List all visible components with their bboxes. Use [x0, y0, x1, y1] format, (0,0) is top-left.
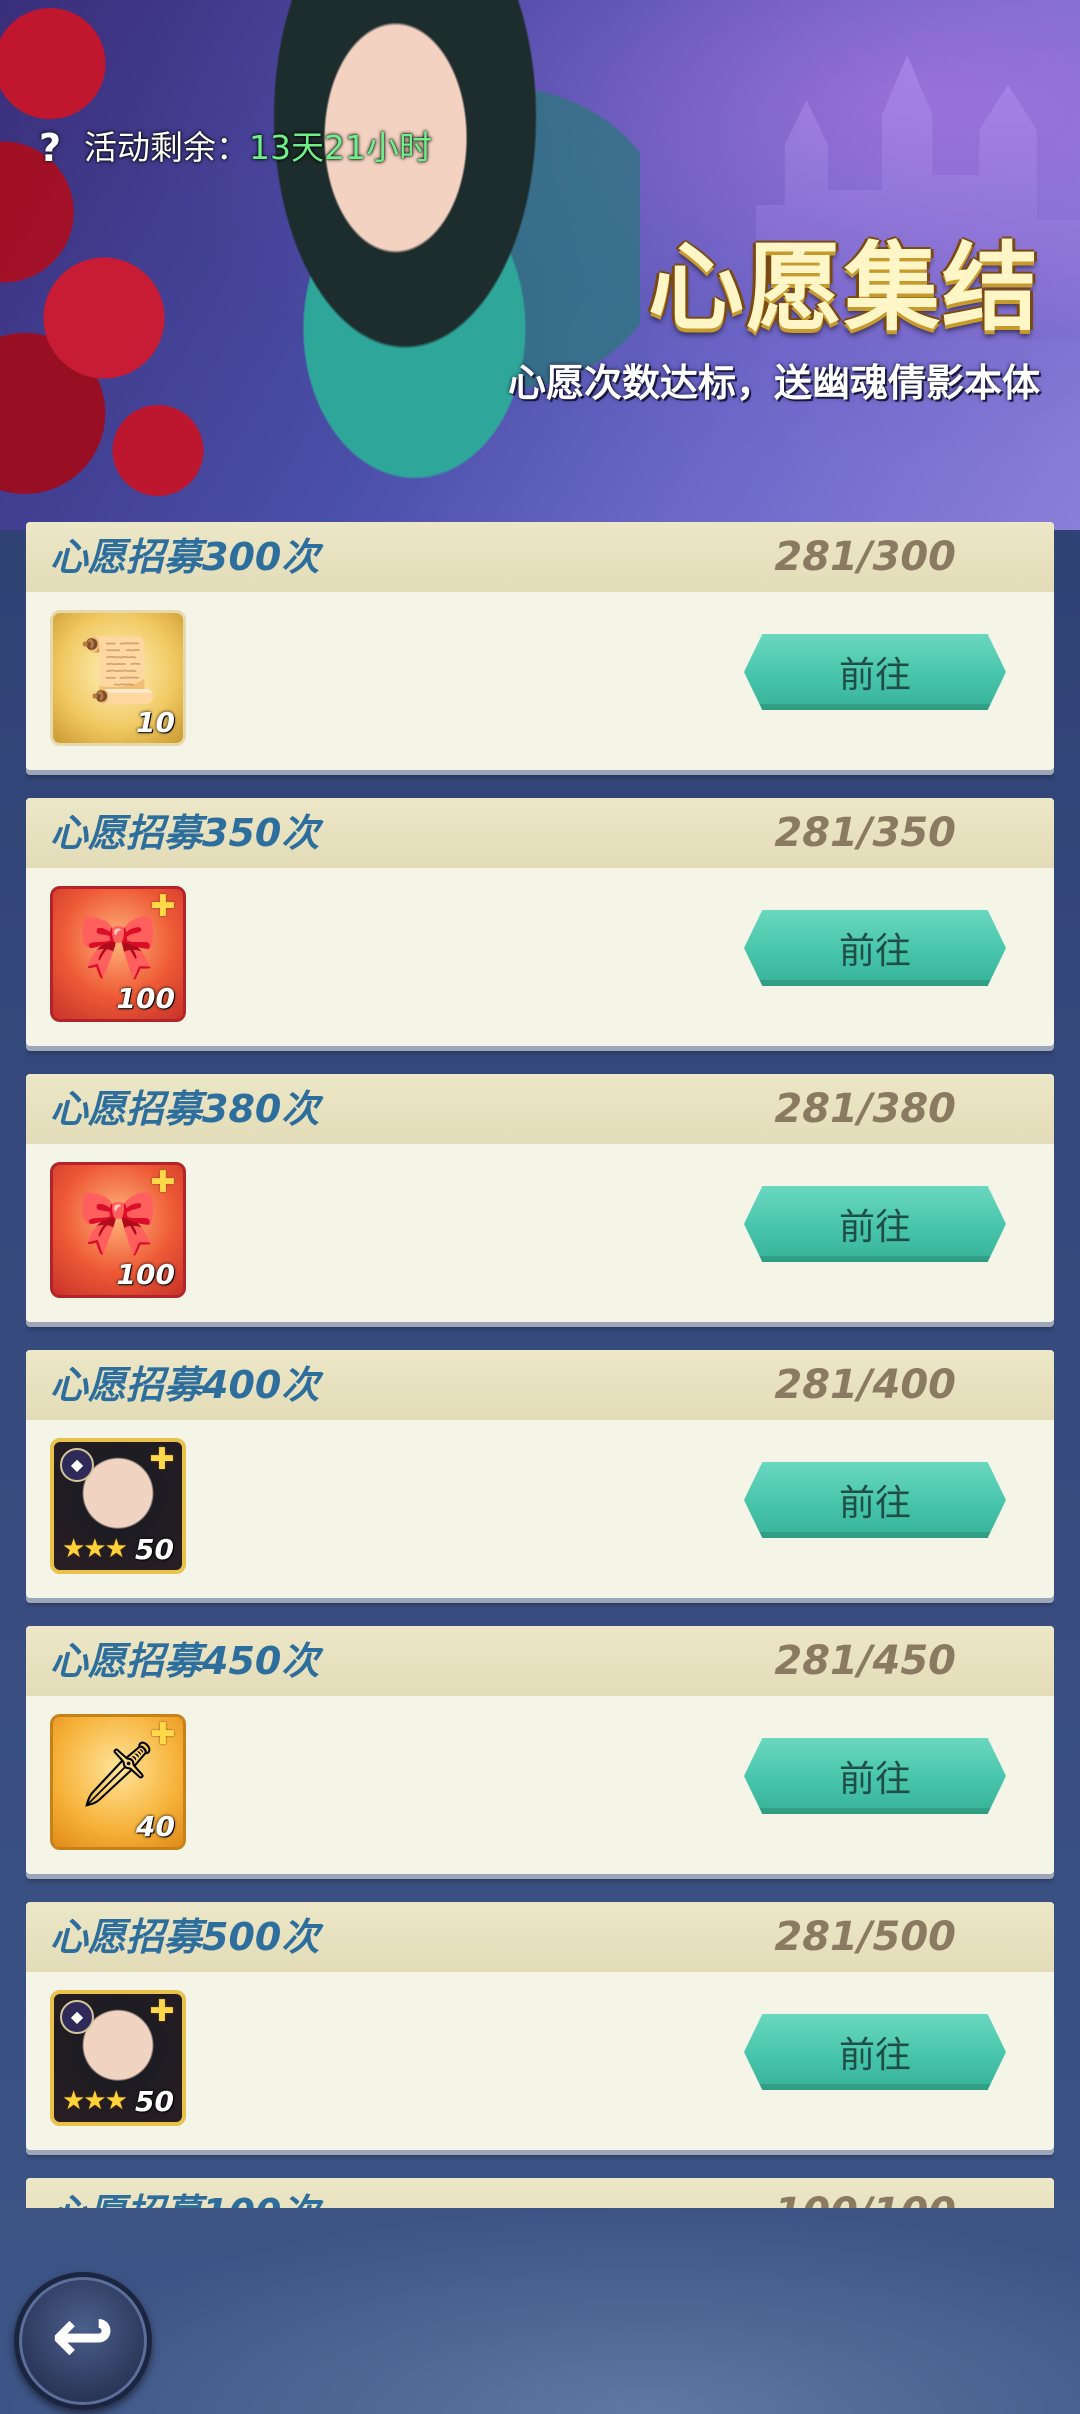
reward-scroll-icon[interactable]: 📜 10 — [50, 610, 186, 746]
reward-hero-shard-icon[interactable]: ◆ ✚ ★★★ 50 — [50, 1438, 186, 1574]
timer-value: 13天21小时 — [249, 128, 432, 167]
reward-count: 100 — [116, 1258, 175, 1291]
shard-icon: ✚ — [149, 1994, 175, 2029]
go-button[interactable]: 前往 — [744, 1738, 1006, 1814]
task-card: 心愿招募300次 281/300 📜 10 前往 — [26, 522, 1054, 770]
help-icon[interactable]: ? — [32, 128, 68, 168]
task-progress: 281/450 — [774, 1638, 956, 1684]
task-title: 心愿招募450次 — [50, 1639, 320, 1683]
task-title: 心愿招募380次 — [50, 1087, 320, 1131]
task-title: 心愿招募350次 — [50, 811, 320, 855]
task-card: 心愿招募500次 281/500 ◆ ✚ ★★★ 50 前往 — [26, 1902, 1054, 2150]
task-progress: 281/300 — [774, 534, 956, 580]
task-title: 心愿招募400次 — [50, 1363, 320, 1407]
rose-decoration — [0, 0, 320, 530]
back-button[interactable]: ↩ — [14, 2272, 152, 2410]
event-subtitle: 心愿次数达标，送幽魂倩影本体 — [507, 361, 1040, 405]
task-progress: 281/380 — [774, 1086, 956, 1132]
timer-label: 活动剩余： — [84, 128, 249, 167]
shard-icon: ✚ — [149, 1442, 175, 1477]
faction-icon: ◆ — [60, 2000, 94, 2034]
bottom-decoration — [0, 2200, 1080, 2414]
reward-hero-shard-icon[interactable]: ◆ ✚ ★★★ 50 — [50, 1990, 186, 2126]
back-arrow-icon: ↩ — [51, 2291, 115, 2380]
reward-count: 50 — [135, 2085, 174, 2118]
go-button[interactable]: 前往 — [744, 2014, 1006, 2090]
weapon-icon: 🗡 — [77, 1738, 159, 1812]
task-title: 心愿招募300次 — [50, 535, 320, 579]
task-card: 心愿招募350次 281/350 ✚ 🎀 100 前往 — [26, 798, 1054, 1046]
reward-hairpin-icon[interactable]: ✚ 🎀 100 — [50, 1162, 186, 1298]
reward-count: 100 — [116, 982, 175, 1015]
task-card: 心愿招募400次 281/400 ◆ ✚ ★★★ 50 前往 — [26, 1350, 1054, 1598]
star-rating: ★★★ — [62, 2086, 128, 2116]
go-button[interactable]: 前往 — [744, 634, 1006, 710]
event-title: 心愿集结 — [648, 232, 1040, 344]
hairpin-icon: 🎀 — [78, 910, 158, 984]
task-list[interactable]: 心愿招募300次 281/300 📜 10 前往 心愿招募350次 281/35… — [26, 522, 1054, 2208]
go-button[interactable]: 前往 — [744, 1462, 1006, 1538]
event-banner: ? 活动剩余：13天21小时 心愿集结 心愿次数达标，送幽魂倩影本体 — [0, 0, 1080, 530]
hairpin-icon: 🎀 — [78, 1186, 158, 1260]
reward-count: 50 — [135, 1533, 174, 1566]
reward-count: 40 — [136, 1810, 175, 1843]
reward-count: 10 — [136, 706, 175, 739]
reward-hairpin-icon[interactable]: ✚ 🎀 100 — [50, 886, 186, 1022]
task-title: 心愿招募500次 — [50, 1915, 320, 1959]
task-card: 心愿招募450次 281/450 ✚ 🗡 40 前往 — [26, 1626, 1054, 1874]
faction-icon: ◆ — [60, 1448, 94, 1482]
reward-weapon-icon[interactable]: ✚ 🗡 40 — [50, 1714, 186, 1850]
task-progress: 281/400 — [774, 1362, 956, 1408]
task-card: 心愿招募380次 281/380 ✚ 🎀 100 前往 — [26, 1074, 1054, 1322]
task-progress: 281/350 — [774, 810, 956, 856]
star-rating: ★★★ — [62, 1534, 128, 1564]
go-button[interactable]: 前往 — [744, 910, 1006, 986]
task-progress: 281/500 — [774, 1914, 956, 1960]
event-timer: 活动剩余：13天21小时 — [84, 126, 432, 170]
go-button[interactable]: 前往 — [744, 1186, 1006, 1262]
scroll-icon: 📜 — [78, 634, 158, 708]
